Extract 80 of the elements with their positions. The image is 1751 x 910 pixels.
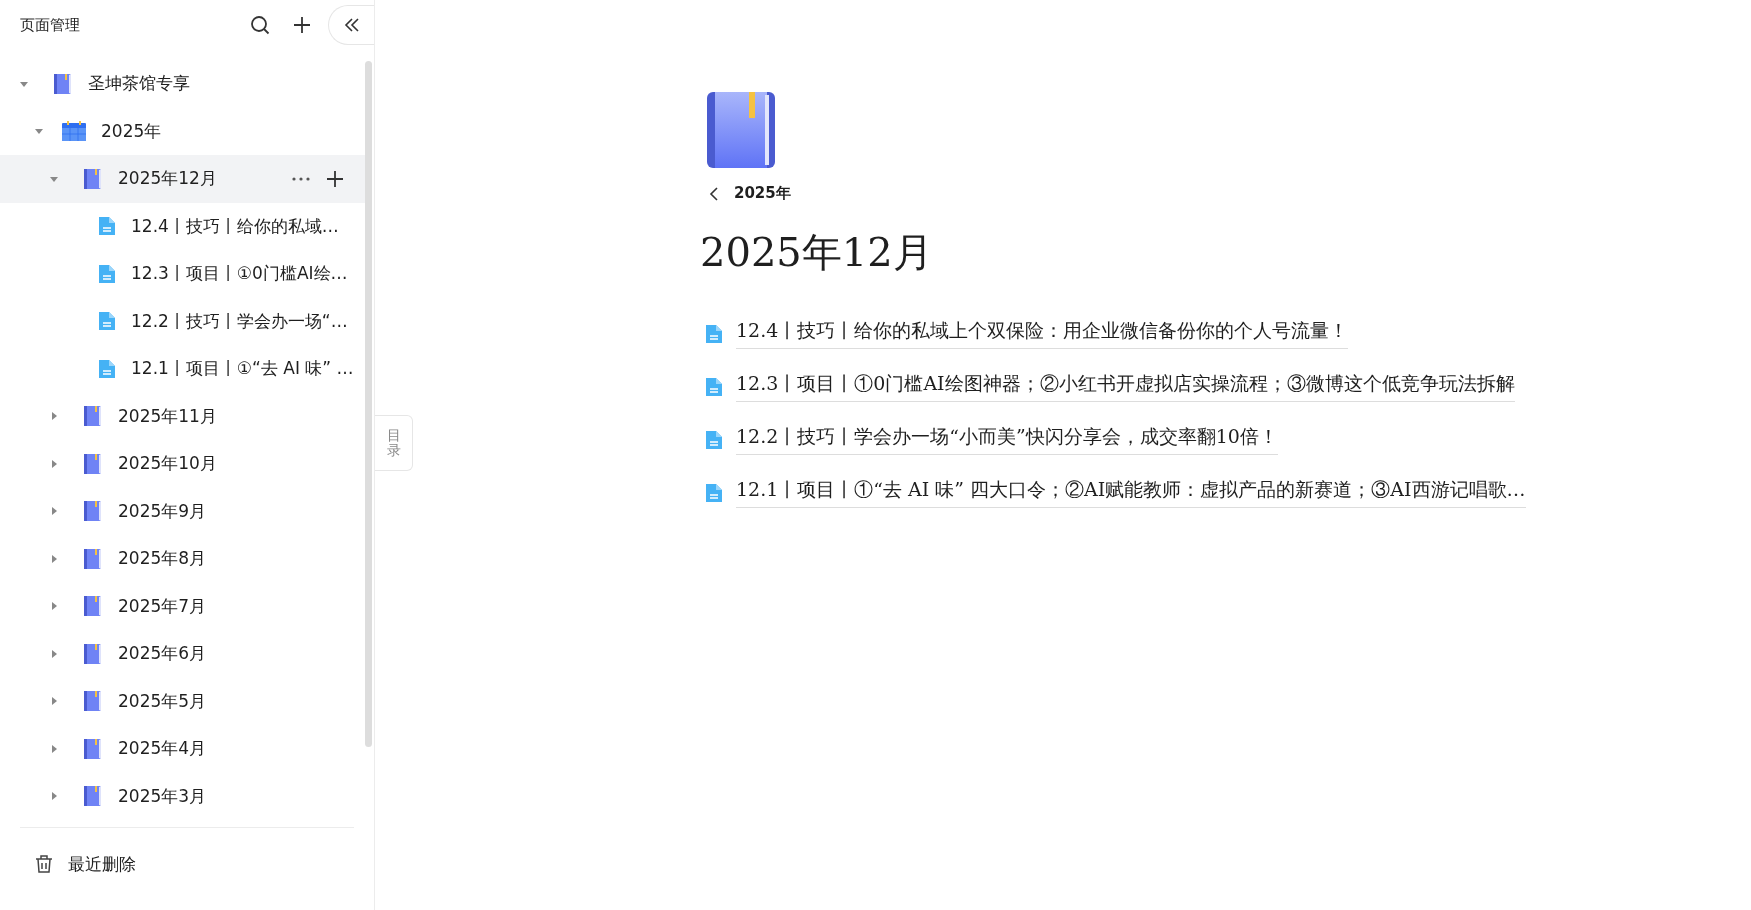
tree-item[interactable]: 12.2丨技巧丨学会办一场“… bbox=[0, 297, 365, 345]
tree-item[interactable]: 圣坤茶馆专享 bbox=[0, 60, 365, 108]
notebook-icon bbox=[82, 500, 104, 523]
document-icon bbox=[97, 310, 117, 333]
notebook-icon bbox=[52, 72, 74, 95]
page-link[interactable]: 12.3丨项目丨①0门槛AI绘图神器；②小红书开虚拟店实操流程；③微博这个低竞争玩法拆解 bbox=[736, 371, 1515, 402]
tree-item-label: 12.1丨项目丨①“去 AI 味” … bbox=[131, 357, 354, 381]
tree-item-label: 2025年 bbox=[101, 119, 162, 143]
tree-item[interactable]: 2025年4月 bbox=[0, 725, 365, 773]
caret-icon[interactable] bbox=[49, 601, 59, 612]
tree-item[interactable]: 12.1丨项目丨①“去 AI 味” … bbox=[0, 345, 365, 393]
notebook-icon bbox=[82, 167, 104, 190]
tree-item-label: 2025年7月 bbox=[118, 594, 207, 618]
collapse-button[interactable] bbox=[328, 5, 374, 45]
tree-item[interactable]: 2025年10月 bbox=[0, 440, 365, 488]
tree-item[interactable]: 2025年 bbox=[0, 107, 365, 155]
page-link[interactable]: 12.2丨技巧丨学会办一场“小而美”快闪分享会，成交率翻10倍！ bbox=[736, 424, 1278, 455]
page-link[interactable]: 12.1丨项目丨①“去 AI 味” 四大口令；②AI赋能教师：虚拟产品的新赛道；③AI西游记唱歌… bbox=[736, 477, 1526, 508]
caret-icon[interactable] bbox=[49, 743, 59, 754]
tree-item-label: 2025年6月 bbox=[118, 642, 207, 666]
tree-item-label: 2025年12月 bbox=[118, 167, 217, 191]
caret-icon[interactable] bbox=[49, 648, 59, 659]
breadcrumb-link[interactable]: 2025年 bbox=[734, 184, 791, 203]
caret-icon[interactable] bbox=[49, 696, 59, 707]
tree-item[interactable]: 2025年12月 bbox=[0, 155, 365, 203]
toc-tab[interactable]: 目录 bbox=[375, 415, 413, 471]
tree-item-label: 2025年11月 bbox=[118, 404, 217, 428]
tree-item-label: 2025年5月 bbox=[118, 689, 207, 713]
tree-item[interactable]: 2025年3月 bbox=[0, 772, 365, 820]
notebook-icon bbox=[82, 547, 104, 570]
sidebar-title: 页面管理 bbox=[20, 15, 81, 35]
search-icon[interactable] bbox=[250, 15, 270, 35]
notebook-icon bbox=[82, 595, 104, 618]
tree-item[interactable]: 2025年7月 bbox=[0, 582, 365, 630]
tree-item-label: 12.4丨技巧丨给你的私域… bbox=[131, 214, 339, 238]
tree-item-label: 2025年3月 bbox=[118, 784, 207, 808]
document-icon bbox=[97, 215, 117, 238]
caret-icon[interactable] bbox=[49, 458, 59, 469]
tree-item-label: 2025年8月 bbox=[118, 547, 207, 571]
tree-item-label: 12.3丨项目丨①0门槛AI绘… bbox=[131, 262, 348, 286]
caret-icon[interactable] bbox=[49, 506, 59, 517]
tree-item-label: 2025年10月 bbox=[118, 452, 217, 476]
caret-icon[interactable] bbox=[49, 411, 59, 422]
tree-item[interactable]: 2025年5月 bbox=[0, 677, 365, 725]
tree-item[interactable]: 2025年6月 bbox=[0, 630, 365, 678]
notebook-icon bbox=[82, 737, 104, 760]
caret-icon[interactable] bbox=[49, 791, 59, 802]
tree-item[interactable]: 2025年8月 bbox=[0, 535, 365, 583]
document-icon bbox=[97, 262, 117, 285]
back-icon[interactable] bbox=[708, 185, 720, 202]
add-icon[interactable] bbox=[325, 168, 345, 189]
scrollbar-thumb[interactable] bbox=[365, 61, 372, 747]
document-icon bbox=[704, 481, 724, 504]
more-icon[interactable] bbox=[291, 175, 311, 182]
notebook-icon bbox=[82, 452, 104, 475]
tree-item-label: 圣坤茶馆专享 bbox=[88, 72, 190, 96]
tree-item-label: 2025年4月 bbox=[118, 737, 207, 761]
calendar-icon bbox=[61, 120, 87, 143]
notebook-icon bbox=[82, 690, 104, 713]
trash-icon[interactable] bbox=[34, 854, 54, 874]
add-icon[interactable] bbox=[292, 15, 312, 35]
double-chevron-icon bbox=[342, 16, 361, 34]
notebook-icon bbox=[82, 642, 104, 665]
tree-item-label: 12.2丨技巧丨学会办一场“… bbox=[131, 309, 348, 333]
tree-item[interactable]: 12.3丨项目丨①0门槛AI绘… bbox=[0, 250, 365, 298]
recently-deleted-link[interactable]: 最近删除 bbox=[68, 852, 136, 876]
document-icon bbox=[704, 375, 724, 398]
page-link[interactable]: 12.4丨技巧丨给你的私域上个双保险：用企业微信备份你的个人号流量！ bbox=[736, 318, 1349, 349]
tree-item[interactable]: 12.4丨技巧丨给你的私域… bbox=[0, 202, 365, 250]
page-title: 2025年12月 bbox=[700, 228, 934, 277]
document-icon bbox=[704, 322, 724, 345]
notebook-icon bbox=[82, 785, 104, 808]
tree-item-label: 2025年9月 bbox=[118, 499, 207, 523]
tree-item[interactable]: 2025年11月 bbox=[0, 392, 365, 440]
document-icon bbox=[704, 428, 724, 451]
tree-item[interactable]: 2025年9月 bbox=[0, 487, 365, 535]
notebook-icon bbox=[82, 405, 104, 428]
caret-icon[interactable] bbox=[49, 553, 59, 564]
notebook-icon bbox=[707, 92, 777, 168]
document-icon bbox=[97, 357, 117, 380]
